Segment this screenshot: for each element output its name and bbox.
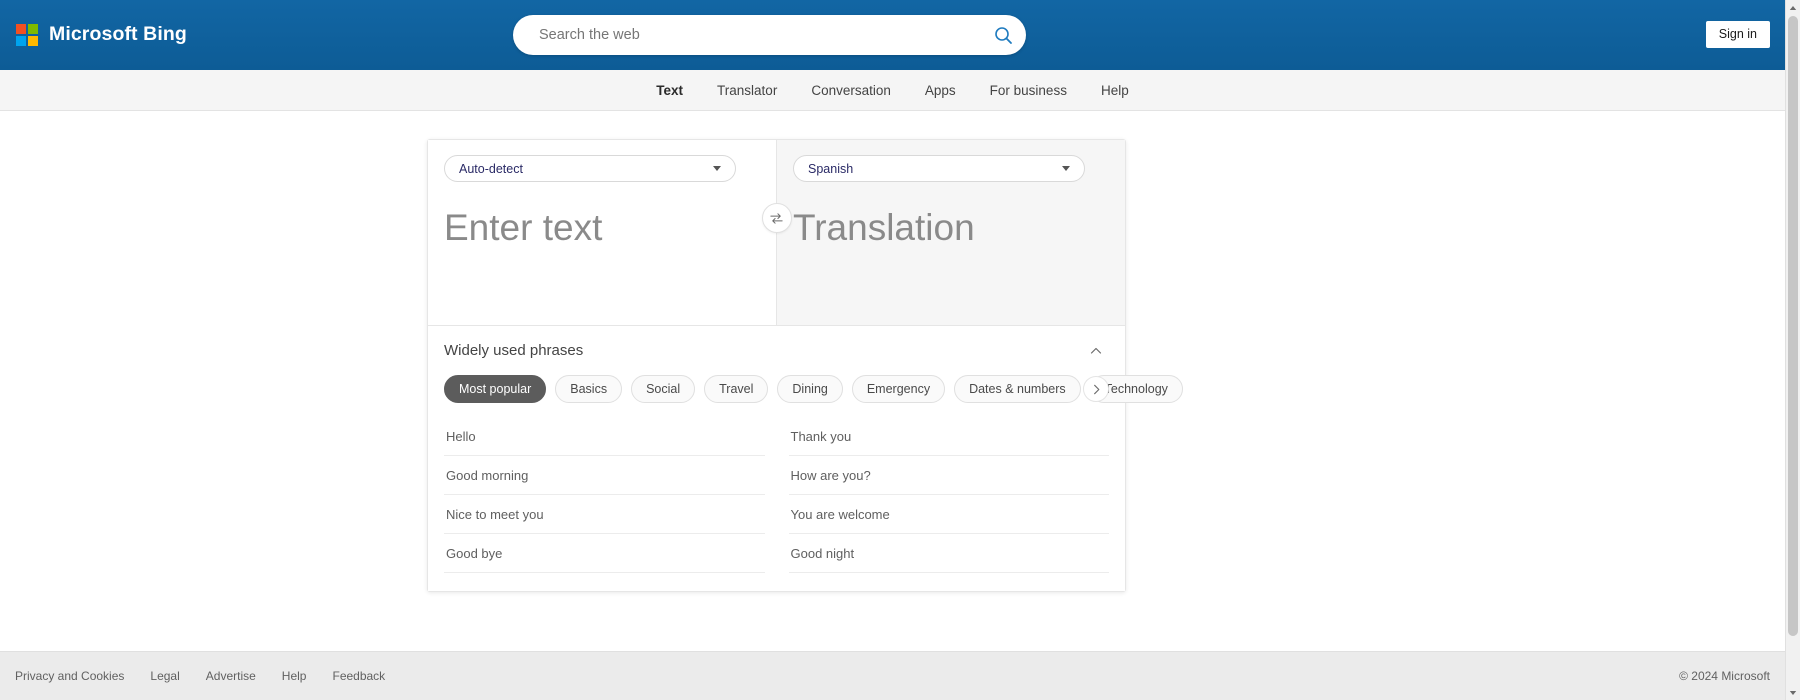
chip-emergency[interactable]: Emergency bbox=[851, 375, 946, 404]
chevron-down-icon bbox=[713, 166, 721, 171]
sign-in-button[interactable]: Sign in bbox=[1705, 21, 1770, 48]
swap-languages-button[interactable] bbox=[761, 203, 792, 233]
search-submit-button[interactable] bbox=[980, 15, 1026, 55]
site-header: Microsoft Bing Sign in bbox=[0, 0, 1785, 70]
scrollbar-thumb[interactable] bbox=[1788, 16, 1798, 636]
list-item[interactable]: Good morning bbox=[444, 456, 765, 496]
footer-link-advertise[interactable]: Advertise bbox=[206, 669, 282, 683]
list-item[interactable]: Hello bbox=[444, 417, 765, 457]
nav-item-conversation[interactable]: Conversation bbox=[794, 70, 908, 111]
source-pane: Auto-detect Enter text bbox=[428, 140, 777, 325]
footer-link-feedback[interactable]: Feedback bbox=[332, 669, 411, 683]
chip-social[interactable]: Social bbox=[631, 375, 696, 404]
phrases-title: Widely used phrases bbox=[444, 342, 584, 359]
phrases-header: Widely used phrases bbox=[444, 326, 1109, 375]
target-language-select[interactable]: Spanish bbox=[793, 155, 1085, 182]
translator-card: Auto-detect Enter text Spanish Translati… bbox=[427, 139, 1183, 593]
nav-item-help[interactable]: Help bbox=[1084, 70, 1146, 111]
target-language-label: Spanish bbox=[808, 161, 854, 176]
list-item[interactable]: How are you? bbox=[788, 456, 1109, 496]
swap-arrows-icon bbox=[770, 212, 783, 224]
nav-item-for-business[interactable]: For business bbox=[973, 70, 1084, 111]
search-input[interactable] bbox=[513, 15, 980, 55]
scroll-down-button[interactable] bbox=[1786, 685, 1800, 700]
list-item[interactable]: Good bye bbox=[444, 534, 765, 574]
list-item[interactable]: Thank you bbox=[788, 417, 1109, 457]
translate-area: Auto-detect Enter text Spanish Translati… bbox=[428, 140, 1125, 325]
chevron-right-icon bbox=[1093, 384, 1099, 394]
footer-links: Privacy and Cookies Legal Advertise Help… bbox=[15, 669, 411, 683]
vertical-scrollbar[interactable] bbox=[1785, 0, 1800, 700]
chevron-down-icon bbox=[1062, 166, 1070, 171]
chip-dates-and-numbers[interactable]: Dates & numbers bbox=[954, 375, 1081, 404]
microsoft-logo-icon bbox=[16, 23, 38, 46]
collapse-phrases-button[interactable] bbox=[1083, 338, 1109, 364]
nav-item-text[interactable]: Text bbox=[639, 70, 700, 111]
nav-item-translator[interactable]: Translator bbox=[700, 70, 794, 111]
primary-nav: Text Translator Conversation Apps For bu… bbox=[0, 70, 1785, 111]
list-item[interactable]: You are welcome bbox=[788, 495, 1109, 535]
phrase-list: Hello Thank you Good morning How are you… bbox=[444, 417, 1109, 574]
chevron-up-icon bbox=[1090, 347, 1102, 354]
search-icon bbox=[994, 26, 1012, 44]
chip-travel[interactable]: Travel bbox=[704, 375, 769, 404]
caret-down-icon bbox=[1789, 690, 1797, 695]
chip-most-popular[interactable]: Most popular bbox=[444, 375, 547, 404]
source-language-select[interactable]: Auto-detect bbox=[444, 155, 736, 182]
site-footer: Privacy and Cookies Legal Advertise Help… bbox=[0, 651, 1785, 700]
caret-up-icon bbox=[1789, 5, 1797, 10]
main-stage: Auto-detect Enter text Spanish Translati… bbox=[0, 111, 1785, 640]
footer-link-help[interactable]: Help bbox=[282, 669, 333, 683]
footer-link-legal[interactable]: Legal bbox=[150, 669, 205, 683]
list-item[interactable]: Nice to meet you bbox=[444, 495, 765, 535]
copyright-text: © 2024 Microsoft bbox=[1679, 669, 1770, 683]
search-box[interactable] bbox=[513, 15, 1026, 55]
brand-logo-link[interactable]: Microsoft Bing bbox=[16, 23, 187, 46]
brand-name: Microsoft Bing bbox=[49, 23, 187, 45]
phrase-category-chips: Most popular Basics Social Travel Dining… bbox=[444, 375, 1183, 404]
target-pane: Spanish Translation bbox=[777, 140, 1125, 325]
source-text-input[interactable]: Enter text bbox=[444, 207, 760, 249]
widely-used-phrases-section: Widely used phrases Most popular Basics … bbox=[428, 325, 1183, 592]
translation-output: Translation bbox=[793, 207, 975, 248]
footer-link-privacy-and-cookies[interactable]: Privacy and Cookies bbox=[15, 669, 150, 683]
list-item[interactable]: Good night bbox=[788, 534, 1109, 574]
source-language-label: Auto-detect bbox=[459, 161, 523, 176]
chip-dining[interactable]: Dining bbox=[777, 375, 843, 404]
page-root: Microsoft Bing Sign in Text Translator C… bbox=[0, 0, 1800, 700]
scroll-categories-next-button[interactable] bbox=[1083, 376, 1109, 403]
nav-item-apps[interactable]: Apps bbox=[908, 70, 973, 111]
browser-viewport: Microsoft Bing Sign in Text Translator C… bbox=[0, 0, 1785, 700]
scroll-up-button[interactable] bbox=[1786, 0, 1800, 15]
chip-basics[interactable]: Basics bbox=[555, 375, 623, 404]
